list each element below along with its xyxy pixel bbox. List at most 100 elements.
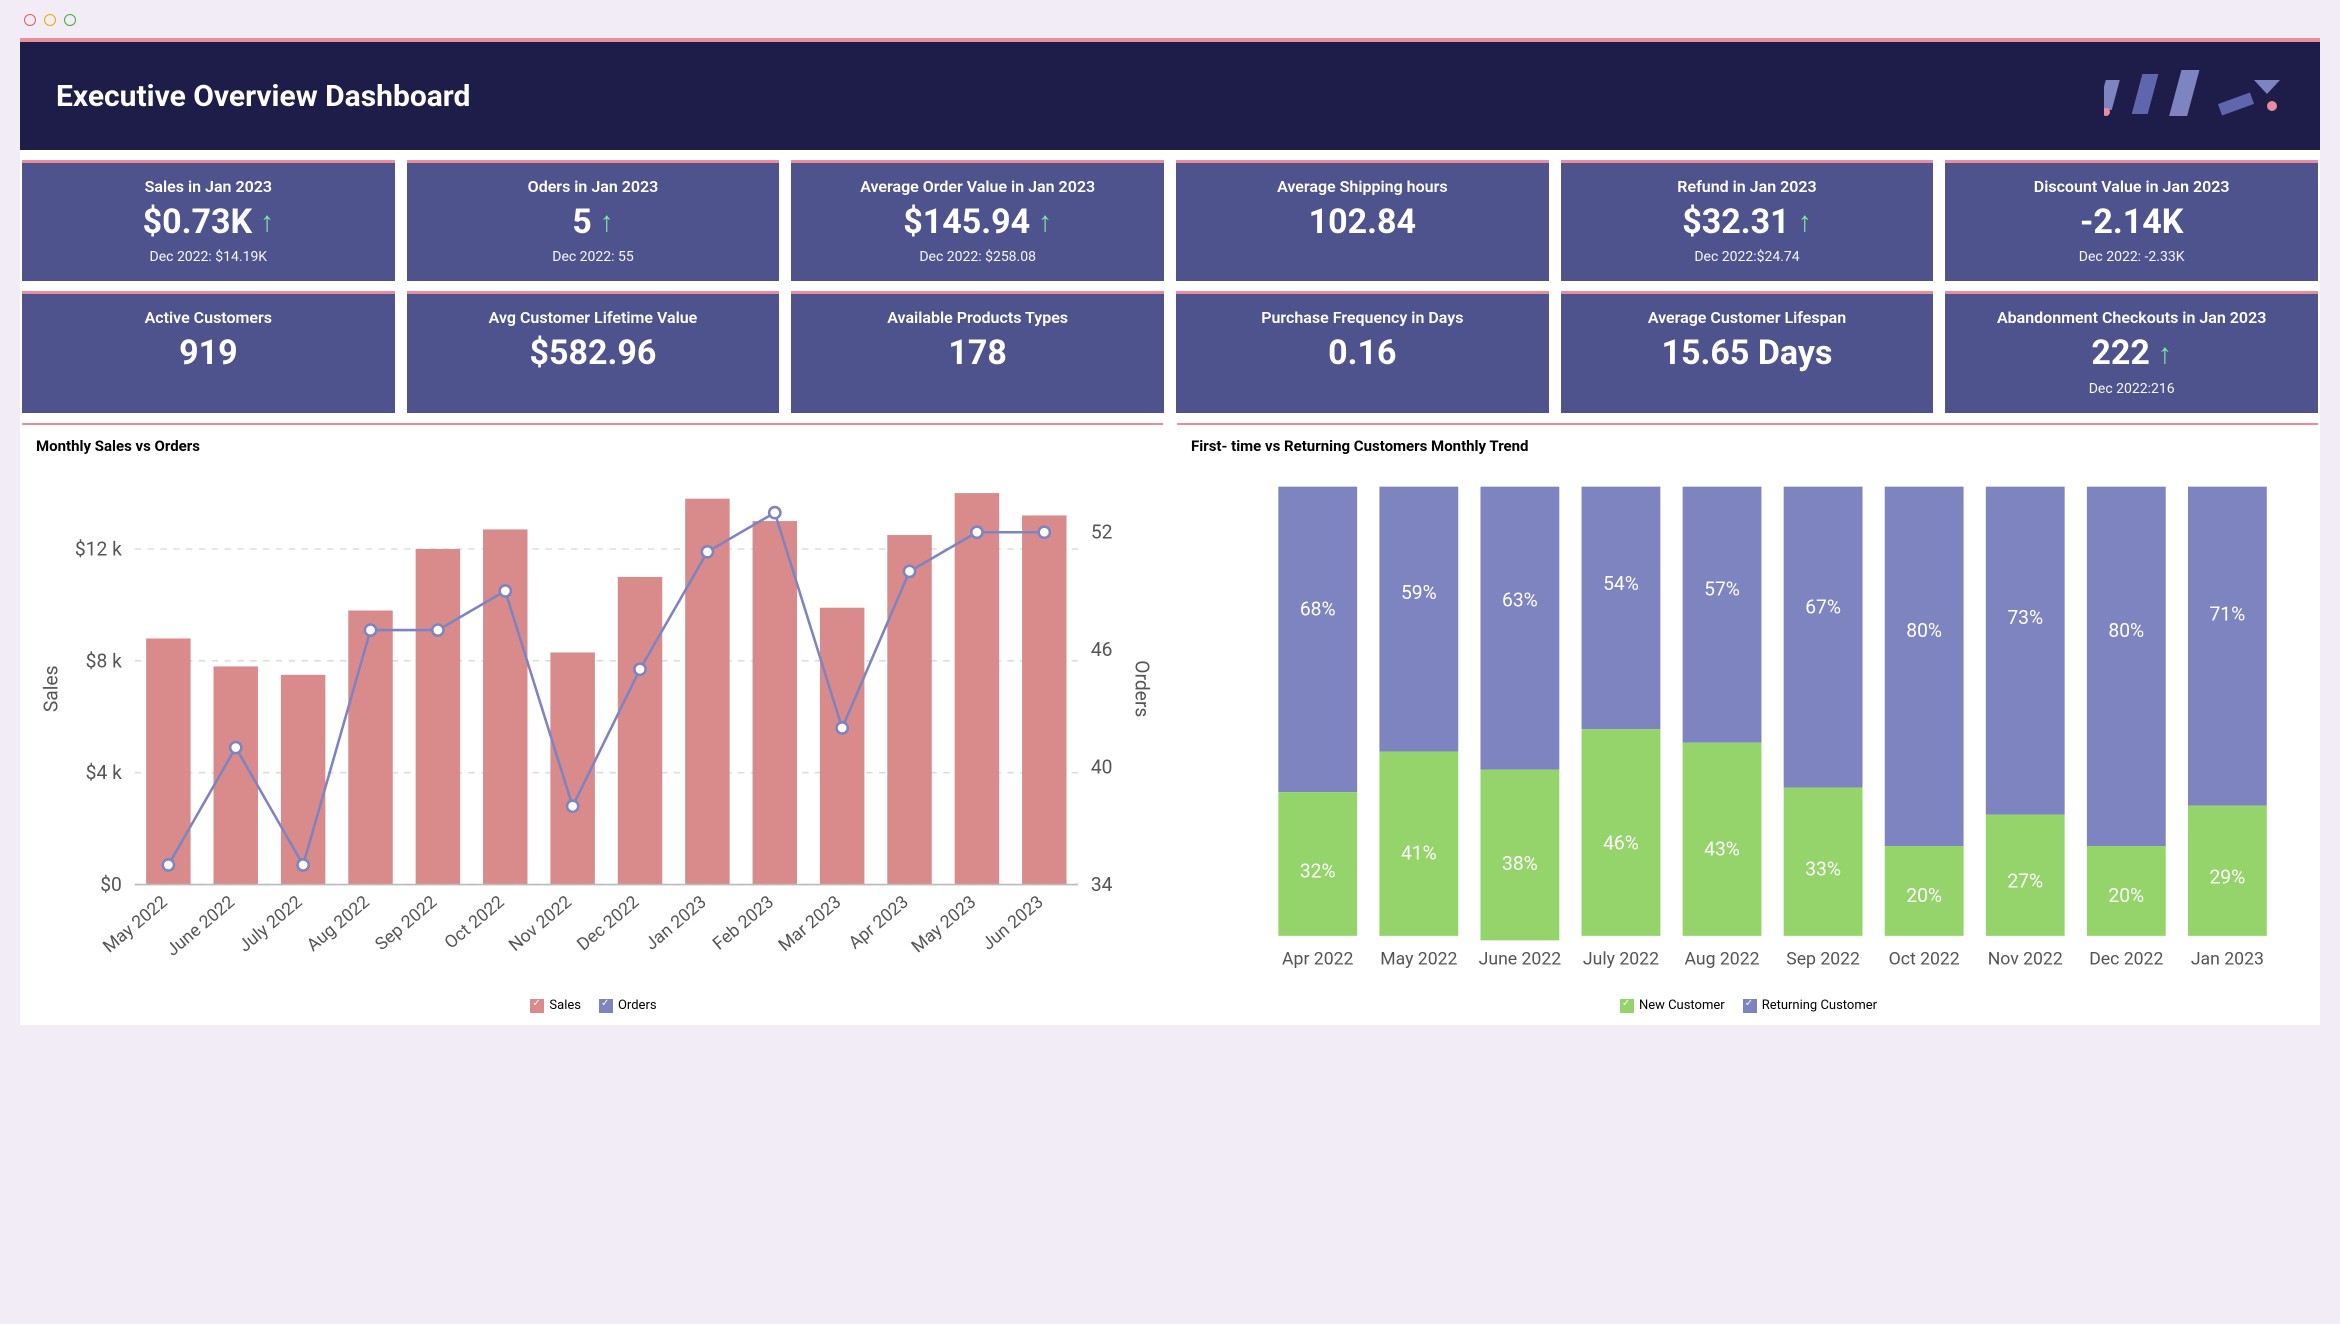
svg-text:Sales: Sales bbox=[40, 665, 63, 712]
kpi-footer: Dec 2022: $258.08 bbox=[801, 249, 1154, 265]
trend-up-icon: ↑ bbox=[260, 207, 274, 238]
kpi-value: $32.31↑ bbox=[1682, 204, 1811, 241]
kpi-value: 5↑ bbox=[572, 204, 614, 241]
svg-text:$4 k: $4 k bbox=[86, 761, 122, 784]
svg-text:Nov 2022: Nov 2022 bbox=[1988, 950, 2063, 970]
svg-text:43%: 43% bbox=[1704, 837, 1740, 860]
svg-text:20%: 20% bbox=[1906, 884, 1942, 907]
kpi-value: -2.14K bbox=[2080, 204, 2183, 241]
svg-text:July 2022: July 2022 bbox=[235, 892, 306, 956]
svg-text:32%: 32% bbox=[1300, 859, 1336, 882]
kpi-value: $0.73K↑ bbox=[143, 204, 275, 241]
legend-sales: Sales bbox=[530, 998, 581, 1013]
svg-text:Sep 2022: Sep 2022 bbox=[372, 892, 441, 955]
kpi-card: Average Customer Lifespan 15.65 Days bbox=[1561, 291, 1934, 412]
kpi-card: Purchase Frequency in Days 0.16 bbox=[1176, 291, 1549, 412]
svg-text:33%: 33% bbox=[1805, 857, 1841, 880]
svg-text:67%: 67% bbox=[1805, 595, 1841, 618]
kpi-title: Average Customer Lifespan bbox=[1571, 308, 1924, 327]
svg-text:Sep 2022: Sep 2022 bbox=[1786, 950, 1860, 970]
legend-orders: Orders bbox=[599, 998, 657, 1013]
svg-text:June 2022: June 2022 bbox=[1479, 950, 1562, 970]
kpi-footer: Dec 2022: $14.19K bbox=[32, 249, 385, 265]
svg-text:63%: 63% bbox=[1502, 588, 1538, 611]
trend-up-icon: ↑ bbox=[1798, 207, 1812, 238]
kpi-title: Available Products Types bbox=[801, 308, 1154, 327]
kpi-title: Average Order Value in Jan 2023 bbox=[801, 177, 1154, 196]
svg-text:Apr 2022: Apr 2022 bbox=[1282, 950, 1353, 970]
kpi-value: 102.84 bbox=[1309, 204, 1416, 241]
svg-text:57%: 57% bbox=[1704, 577, 1740, 600]
chart2-legend: New Customer Returning Customer bbox=[1187, 998, 2310, 1013]
kpi-title: Sales in Jan 2023 bbox=[32, 177, 385, 196]
window-close-dot[interactable] bbox=[24, 14, 36, 26]
kpi-value: 15.65 Days bbox=[1662, 335, 1833, 372]
kpi-card: Oders in Jan 2023 5↑ Dec 2022: 55 bbox=[407, 160, 780, 281]
chart-title: Monthly Sales vs Orders bbox=[36, 437, 1155, 455]
svg-text:38%: 38% bbox=[1502, 852, 1538, 875]
kpi-card: Active Customers919 bbox=[22, 291, 395, 412]
svg-text:80%: 80% bbox=[2108, 619, 2144, 642]
svg-text:80%: 80% bbox=[1906, 619, 1942, 642]
kpi-card: Average Shipping hours 102.84 bbox=[1176, 160, 1549, 281]
charts-row: Monthly Sales vs Orders $0$4 k$8 k$12 k3… bbox=[20, 423, 2320, 1025]
legend-new-customer: New Customer bbox=[1620, 998, 1725, 1013]
kpi-card: Available Products Types 178 bbox=[791, 291, 1164, 412]
svg-text:Jan 2023: Jan 2023 bbox=[642, 892, 711, 954]
kpi-card: Abandonment Checkouts in Jan 2023222↑Dec… bbox=[1945, 291, 2318, 412]
svg-text:Mar 2023: Mar 2023 bbox=[775, 892, 845, 955]
svg-text:Jan 2023: Jan 2023 bbox=[2191, 950, 2264, 970]
kpi-value: $145.94↑ bbox=[903, 204, 1052, 241]
kpi-title: Active Customers bbox=[32, 308, 385, 327]
dashboard-page: Executive Overview Dashboard Sales in Ja… bbox=[20, 38, 2320, 1025]
window-max-dot[interactable] bbox=[64, 14, 76, 26]
svg-text:46: 46 bbox=[1091, 638, 1113, 661]
header: Executive Overview Dashboard bbox=[20, 42, 2320, 150]
svg-text:Oct 2022: Oct 2022 bbox=[1889, 950, 1960, 970]
svg-text:$8 k: $8 k bbox=[86, 649, 122, 672]
kpi-card: Average Order Value in Jan 2023 $145.94↑ D… bbox=[791, 160, 1164, 281]
svg-text:29%: 29% bbox=[2209, 865, 2245, 888]
svg-text:Apr 2023: Apr 2023 bbox=[845, 892, 913, 953]
kpi-footer: Dec 2022: 55 bbox=[417, 249, 770, 265]
svg-text:71%: 71% bbox=[2209, 602, 2245, 625]
svg-text:41%: 41% bbox=[1401, 841, 1437, 864]
chart-customer-trend: First- time vs Returning Customers Month… bbox=[1177, 423, 2318, 1021]
kpi-title: Discount Value in Jan 2023 bbox=[1955, 177, 2308, 196]
window-min-dot[interactable] bbox=[44, 14, 56, 26]
chart1-legend: Sales Orders bbox=[32, 998, 1155, 1013]
kpi-title: Refund in Jan 2023 bbox=[1571, 177, 1924, 196]
kpi-card: Discount Value in Jan 2023 -2.14K Dec 2022… bbox=[1945, 160, 2318, 281]
svg-text:68%: 68% bbox=[1300, 597, 1336, 620]
kpi-footer: Dec 2022: -2.33K bbox=[1955, 249, 2308, 265]
kpi-title: Average Shipping hours bbox=[1186, 177, 1539, 196]
kpi-footer: Dec 2022:216 bbox=[1955, 381, 2308, 397]
legend-returning-customer: Returning Customer bbox=[1743, 998, 1877, 1013]
svg-text:Dec 2022: Dec 2022 bbox=[2089, 950, 2163, 970]
svg-text:27%: 27% bbox=[2007, 869, 2043, 892]
svg-text:May 2022: May 2022 bbox=[100, 892, 172, 957]
window-controls bbox=[20, 10, 2320, 38]
kpi-row-2: Active Customers919Avg Customer Lifetime… bbox=[20, 291, 2320, 422]
sales-orders-svg: $0$4 k$8 k$12 k34404652SalesOrdersMay 20… bbox=[32, 461, 1155, 990]
svg-text:Nov 2022: Nov 2022 bbox=[506, 892, 576, 956]
kpi-value: 0.16 bbox=[1328, 335, 1396, 372]
svg-text:Feb 2023: Feb 2023 bbox=[709, 892, 778, 954]
header-decor-icon bbox=[2104, 68, 2284, 124]
svg-text:June 2022: June 2022 bbox=[163, 892, 239, 960]
svg-text:Dec 2022: Dec 2022 bbox=[574, 892, 644, 955]
kpi-title: Avg Customer Lifetime Value bbox=[417, 308, 770, 327]
svg-text:52: 52 bbox=[1091, 520, 1113, 543]
kpi-card: Avg Customer Lifetime Value$582.96 bbox=[407, 291, 780, 412]
kpi-value: 178 bbox=[948, 335, 1007, 372]
svg-text:34: 34 bbox=[1091, 873, 1113, 896]
svg-text:46%: 46% bbox=[1603, 831, 1639, 854]
chart-sales-vs-orders: Monthly Sales vs Orders $0$4 k$8 k$12 k3… bbox=[22, 423, 1163, 1021]
kpi-title: Oders in Jan 2023 bbox=[417, 177, 770, 196]
svg-text:Jun 2023: Jun 2023 bbox=[979, 892, 1048, 954]
kpi-footer: Dec 2022:$24.74 bbox=[1571, 249, 1924, 265]
svg-text:40: 40 bbox=[1091, 755, 1113, 778]
kpi-title: Purchase Frequency in Days bbox=[1186, 308, 1539, 327]
chart-title: First- time vs Returning Customers Month… bbox=[1191, 437, 2310, 455]
svg-text:54%: 54% bbox=[1603, 572, 1639, 595]
